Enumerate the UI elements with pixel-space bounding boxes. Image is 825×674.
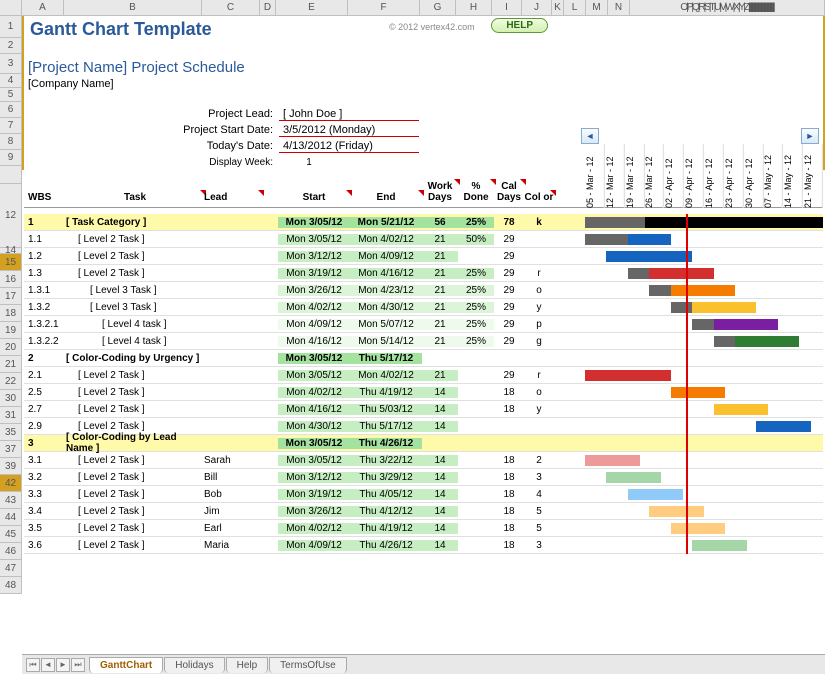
start-date-value[interactable]: 3/5/2012 (Monday) bbox=[279, 124, 419, 137]
table-row[interactable]: 3.4[ Level 2 Task ]JimMon 3/26/12Thu 4/1… bbox=[24, 503, 823, 520]
tab-last-icon[interactable]: ⏭ bbox=[71, 658, 85, 672]
table-row[interactable]: 1.3.2[ Level 3 Task ]Mon 4/02/12Mon 4/30… bbox=[24, 299, 823, 316]
col-workdays: Work Days bbox=[422, 181, 458, 207]
gantt-bar bbox=[585, 370, 671, 381]
gantt-bar-area bbox=[585, 503, 823, 520]
table-row[interactable]: 3.2[ Level 2 Task ]BillMon 3/12/12Thu 3/… bbox=[24, 469, 823, 486]
gantt-bar bbox=[671, 523, 726, 534]
gantt-bar-area bbox=[585, 265, 823, 282]
gantt-bar bbox=[671, 387, 726, 398]
table-row[interactable]: 3.6[ Level 2 Task ]MariaMon 4/09/12Thu 4… bbox=[24, 537, 823, 554]
gantt-bar-area bbox=[585, 316, 823, 333]
gantt-bar bbox=[692, 319, 713, 330]
gantt-bar-area bbox=[585, 333, 823, 350]
gantt-bar-area bbox=[585, 401, 823, 418]
gantt-bar-area bbox=[585, 452, 823, 469]
col-color: Col or bbox=[524, 192, 554, 207]
col-pctdone: % Done bbox=[458, 181, 494, 207]
sheet-tab-ganttchart[interactable]: GanttChart bbox=[89, 657, 163, 673]
gantt-bar-area bbox=[585, 248, 823, 265]
gantt-bar-area bbox=[585, 418, 823, 435]
gantt-grid[interactable]: 1[ Task Category ]Mon 3/05/12Mon 5/21/12… bbox=[24, 214, 823, 554]
tab-prev-icon[interactable]: ◄ bbox=[41, 658, 55, 672]
gantt-bar bbox=[628, 489, 683, 500]
gantt-bar bbox=[606, 251, 692, 262]
gantt-bar bbox=[649, 506, 704, 517]
table-row[interactable]: 2.1[ Level 2 Task ]Mon 3/05/12Mon 4/02/1… bbox=[24, 367, 823, 384]
col-caldays: Cal Days bbox=[494, 181, 524, 207]
col-start: Start bbox=[278, 192, 350, 207]
project-title: [Project Name] Project Schedule bbox=[24, 58, 823, 78]
sheet-tab-help[interactable]: Help bbox=[226, 657, 269, 673]
table-row[interactable]: 2.5[ Level 2 Task ]Mon 4/02/12Thu 4/19/1… bbox=[24, 384, 823, 401]
gantt-bar bbox=[714, 404, 769, 415]
table-row[interactable]: 3.3[ Level 2 Task ]BobMon 3/19/12Thu 4/0… bbox=[24, 486, 823, 503]
gantt-bar bbox=[649, 285, 670, 296]
gantt-bar bbox=[585, 234, 628, 245]
date-headers: 05 - Mar - 1212 - Mar - 1219 - Mar - 122… bbox=[585, 144, 823, 208]
col-lead: Lead bbox=[204, 192, 262, 207]
table-row[interactable]: 2[ Color-Coding by Urgency ]Mon 3/05/12T… bbox=[24, 350, 823, 367]
table-row[interactable]: 1.2[ Level 2 Task ]Mon 3/12/12Mon 4/09/1… bbox=[24, 248, 823, 265]
gantt-bar-area bbox=[585, 486, 823, 503]
sheet-tabs: ⏮ ◄ ► ⏭ GanttChartHolidaysHelpTermsOfUse bbox=[22, 654, 825, 674]
gantt-bar-area bbox=[585, 435, 823, 452]
tab-first-icon[interactable]: ⏮ bbox=[26, 658, 40, 672]
gantt-bar-area bbox=[585, 469, 823, 486]
gantt-bar-area bbox=[585, 537, 823, 554]
col-wbs: WBS bbox=[24, 192, 66, 207]
gantt-bar bbox=[606, 472, 661, 483]
gantt-bar-area bbox=[585, 231, 823, 248]
gantt-bar-area bbox=[585, 214, 823, 231]
company-name: [Company Name] bbox=[24, 78, 823, 92]
column-letters: A B C D E F G H I J K L M N O|P|Q|R|S|T|… bbox=[0, 0, 825, 16]
col-end: End bbox=[350, 192, 422, 207]
table-row[interactable]: 1.3.2.1[ Level 4 task ]Mon 4/09/12Mon 5/… bbox=[24, 316, 823, 333]
table-row[interactable]: 3.5[ Level 2 Task ]EarlMon 4/02/12Thu 4/… bbox=[24, 520, 823, 537]
table-row[interactable]: 3.1[ Level 2 Task ]SarahMon 3/05/12Thu 3… bbox=[24, 452, 823, 469]
gantt-bar bbox=[692, 540, 747, 551]
gantt-bar bbox=[585, 455, 640, 466]
table-row[interactable]: 1.3.1[ Level 3 Task ]Mon 3/26/12Mon 4/23… bbox=[24, 282, 823, 299]
help-button[interactable]: HELP bbox=[491, 18, 548, 33]
table-row[interactable]: 3[ Color-Coding by Lead Name ]Mon 3/05/1… bbox=[24, 435, 823, 452]
scroll-left-button[interactable]: ◄ bbox=[581, 128, 599, 144]
gantt-bar-area bbox=[585, 384, 823, 401]
gantt-bar-area bbox=[585, 350, 823, 367]
gantt-bar bbox=[585, 217, 645, 228]
gantt-bar bbox=[628, 268, 649, 279]
row-numbers: 1234567891214151617181920212230313537394… bbox=[0, 16, 22, 594]
gantt-bar-area bbox=[585, 367, 823, 384]
table-header: WBS Task Lead Start End Work Days % Done… bbox=[24, 144, 823, 208]
gantt-bar bbox=[714, 336, 735, 347]
table-row[interactable]: 1.1[ Level 2 Task ]Mon 3/05/12Mon 4/02/1… bbox=[24, 231, 823, 248]
gantt-bar-area bbox=[585, 282, 823, 299]
today-marker bbox=[686, 214, 688, 554]
table-row[interactable]: 1[ Task Category ]Mon 3/05/12Mon 5/21/12… bbox=[24, 214, 823, 231]
gantt-bar-area bbox=[585, 299, 823, 316]
table-row[interactable]: 2.7[ Level 2 Task ]Mon 4/16/12Thu 5/03/1… bbox=[24, 401, 823, 418]
table-row[interactable]: 1.3[ Level 2 Task ]Mon 3/19/12Mon 4/16/1… bbox=[24, 265, 823, 282]
sheet-tab-termsofuse[interactable]: TermsOfUse bbox=[269, 657, 347, 673]
gantt-bar-area bbox=[585, 520, 823, 537]
start-date-label: Project Start Date: bbox=[24, 124, 279, 136]
tab-next-icon[interactable]: ► bbox=[56, 658, 70, 672]
lead-value[interactable]: [ John Doe ] bbox=[279, 108, 419, 121]
gantt-bar bbox=[671, 302, 692, 313]
lead-label: Project Lead: bbox=[24, 108, 279, 120]
scroll-right-button[interactable]: ► bbox=[801, 128, 819, 144]
table-row[interactable]: 1.3.2.2[ Level 4 task ]Mon 4/16/12Mon 5/… bbox=[24, 333, 823, 350]
sheet-tab-holidays[interactable]: Holidays bbox=[164, 657, 224, 673]
copyright: © 2012 vertex42.com bbox=[389, 22, 475, 32]
col-task: Task bbox=[66, 192, 204, 207]
gantt-bar bbox=[756, 421, 811, 432]
